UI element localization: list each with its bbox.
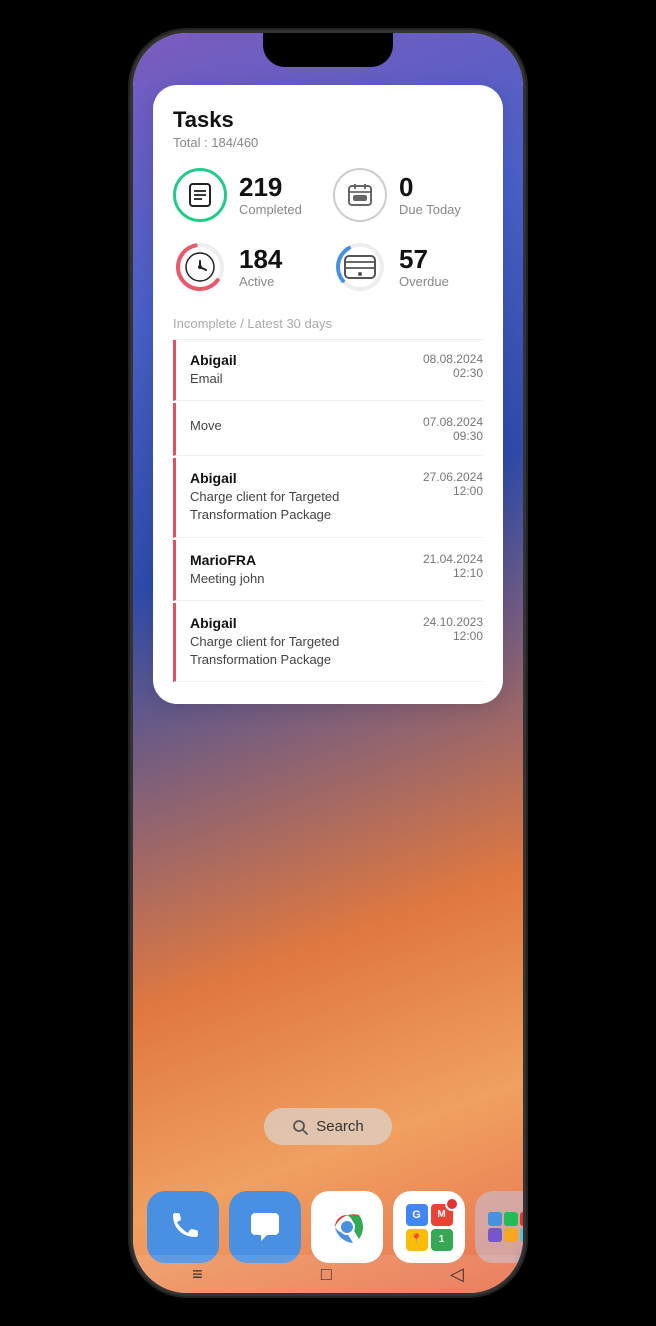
overdue-number: 57 [399,246,449,272]
task-right: 07.08.2024 09:30 [423,415,483,443]
stat-overdue: 57 Overdue [333,240,483,294]
task-left: Move [190,415,222,435]
task-person: Abigail [190,615,390,631]
search-bar[interactable]: Search [264,1108,392,1145]
search-bar-wrap: Search [133,1108,523,1145]
task-left: MarioFRA Meeting john [190,552,264,588]
app-messages-icon[interactable] [229,1191,301,1263]
app-subtitle: Total : 184/460 [173,135,483,150]
task-date: 24.10.2023 [423,615,483,629]
task-date: 07.08.2024 [423,415,483,429]
task-item[interactable]: Abigail Charge client for Targeted Trans… [173,458,483,537]
app-dock: G M 📍 1 [147,1191,509,1263]
task-desc: Move [190,417,222,435]
notch [263,33,393,67]
stat-active: 184 Active [173,240,323,294]
app-title: Tasks [173,107,483,133]
task-right: 08.08.2024 02:30 [423,352,483,380]
notification-dot [445,1197,459,1211]
due-today-number: 0 [399,174,461,200]
task-date: 21.04.2024 [423,552,483,566]
task-right: 27.06.2024 12:00 [423,470,483,498]
nav-home-icon[interactable]: □ [321,1264,332,1285]
task-item[interactable]: Abigail Charge client for Targeted Trans… [173,603,483,682]
task-date: 27.06.2024 [423,470,483,484]
task-person: MarioFRA [190,552,264,568]
due-today-icon-wrap [333,168,387,222]
task-right: 21.04.2024 12:10 [423,552,483,580]
section-label: Incomplete / Latest 30 days [173,316,483,331]
search-label: Search [316,1118,364,1135]
task-right: 24.10.2023 12:00 [423,615,483,643]
task-left: Abigail Charge client for Targeted Trans… [190,615,390,669]
alert-overdue-icon [333,240,387,294]
phone-icon [165,1209,201,1245]
nav-bar: ≡ □ ◁ [133,1255,523,1293]
task-item[interactable]: Move 07.08.2024 09:30 [173,403,483,456]
task-left: Abigail Charge client for Targeted Trans… [190,470,390,524]
task-desc: Charge client for Targeted Transformatio… [190,488,390,524]
overdue-label: Overdue [399,274,449,289]
nav-back-icon[interactable]: ◁ [450,1264,464,1285]
completed-text: 219 Completed [239,174,302,217]
app-phone-icon[interactable] [147,1191,219,1263]
task-desc: Meeting john [190,570,264,588]
active-number: 184 [239,246,282,272]
task-person: Abigail [190,352,237,368]
task-date: 08.08.2024 [423,352,483,366]
app-google-icon[interactable]: G M 📍 1 [393,1191,465,1263]
app-folder-icon[interactable] [475,1191,523,1263]
task-person: Abigail [190,470,390,486]
task-item[interactable]: MarioFRA Meeting john 21.04.2024 12:10 [173,540,483,601]
messages-icon [247,1209,283,1245]
due-today-label: Due Today [399,202,461,217]
calendar-icon [345,180,375,210]
task-list: Abigail Email 08.08.2024 02:30 Move 07.0… [173,339,483,682]
widget-card: Tasks Total : 184/460 219 Completed [153,85,503,704]
clock-active-icon [173,240,227,294]
app-chrome-icon[interactable] [311,1191,383,1263]
checklist-icon [185,180,215,210]
active-icon-wrap [173,240,227,294]
chrome-icon [325,1205,369,1249]
completed-icon-wrap [173,168,227,222]
task-desc: Charge client for Targeted Transformatio… [190,633,390,669]
stat-due-today: 0 Due Today [333,168,483,222]
active-label: Active [239,274,282,289]
active-text: 184 Active [239,246,282,289]
completed-number: 219 [239,174,302,200]
overdue-icon-wrap [333,240,387,294]
task-time: 09:30 [423,429,483,443]
phone-shell: Tasks Total : 184/460 219 Completed [133,33,523,1293]
task-time: 02:30 [423,366,483,380]
task-desc: Email [190,370,237,388]
overdue-text: 57 Overdue [399,246,449,289]
stat-completed: 219 Completed [173,168,323,222]
task-time: 12:10 [423,566,483,580]
stats-grid: 219 Completed 0 Due Today [173,168,483,294]
completed-label: Completed [239,202,302,217]
nav-menu-icon[interactable]: ≡ [192,1264,203,1285]
task-time: 12:00 [423,484,483,498]
task-item[interactable]: Abigail Email 08.08.2024 02:30 [173,340,483,401]
due-today-text: 0 Due Today [399,174,461,217]
search-icon [292,1119,308,1135]
task-left: Abigail Email [190,352,237,388]
task-time: 12:00 [423,629,483,643]
